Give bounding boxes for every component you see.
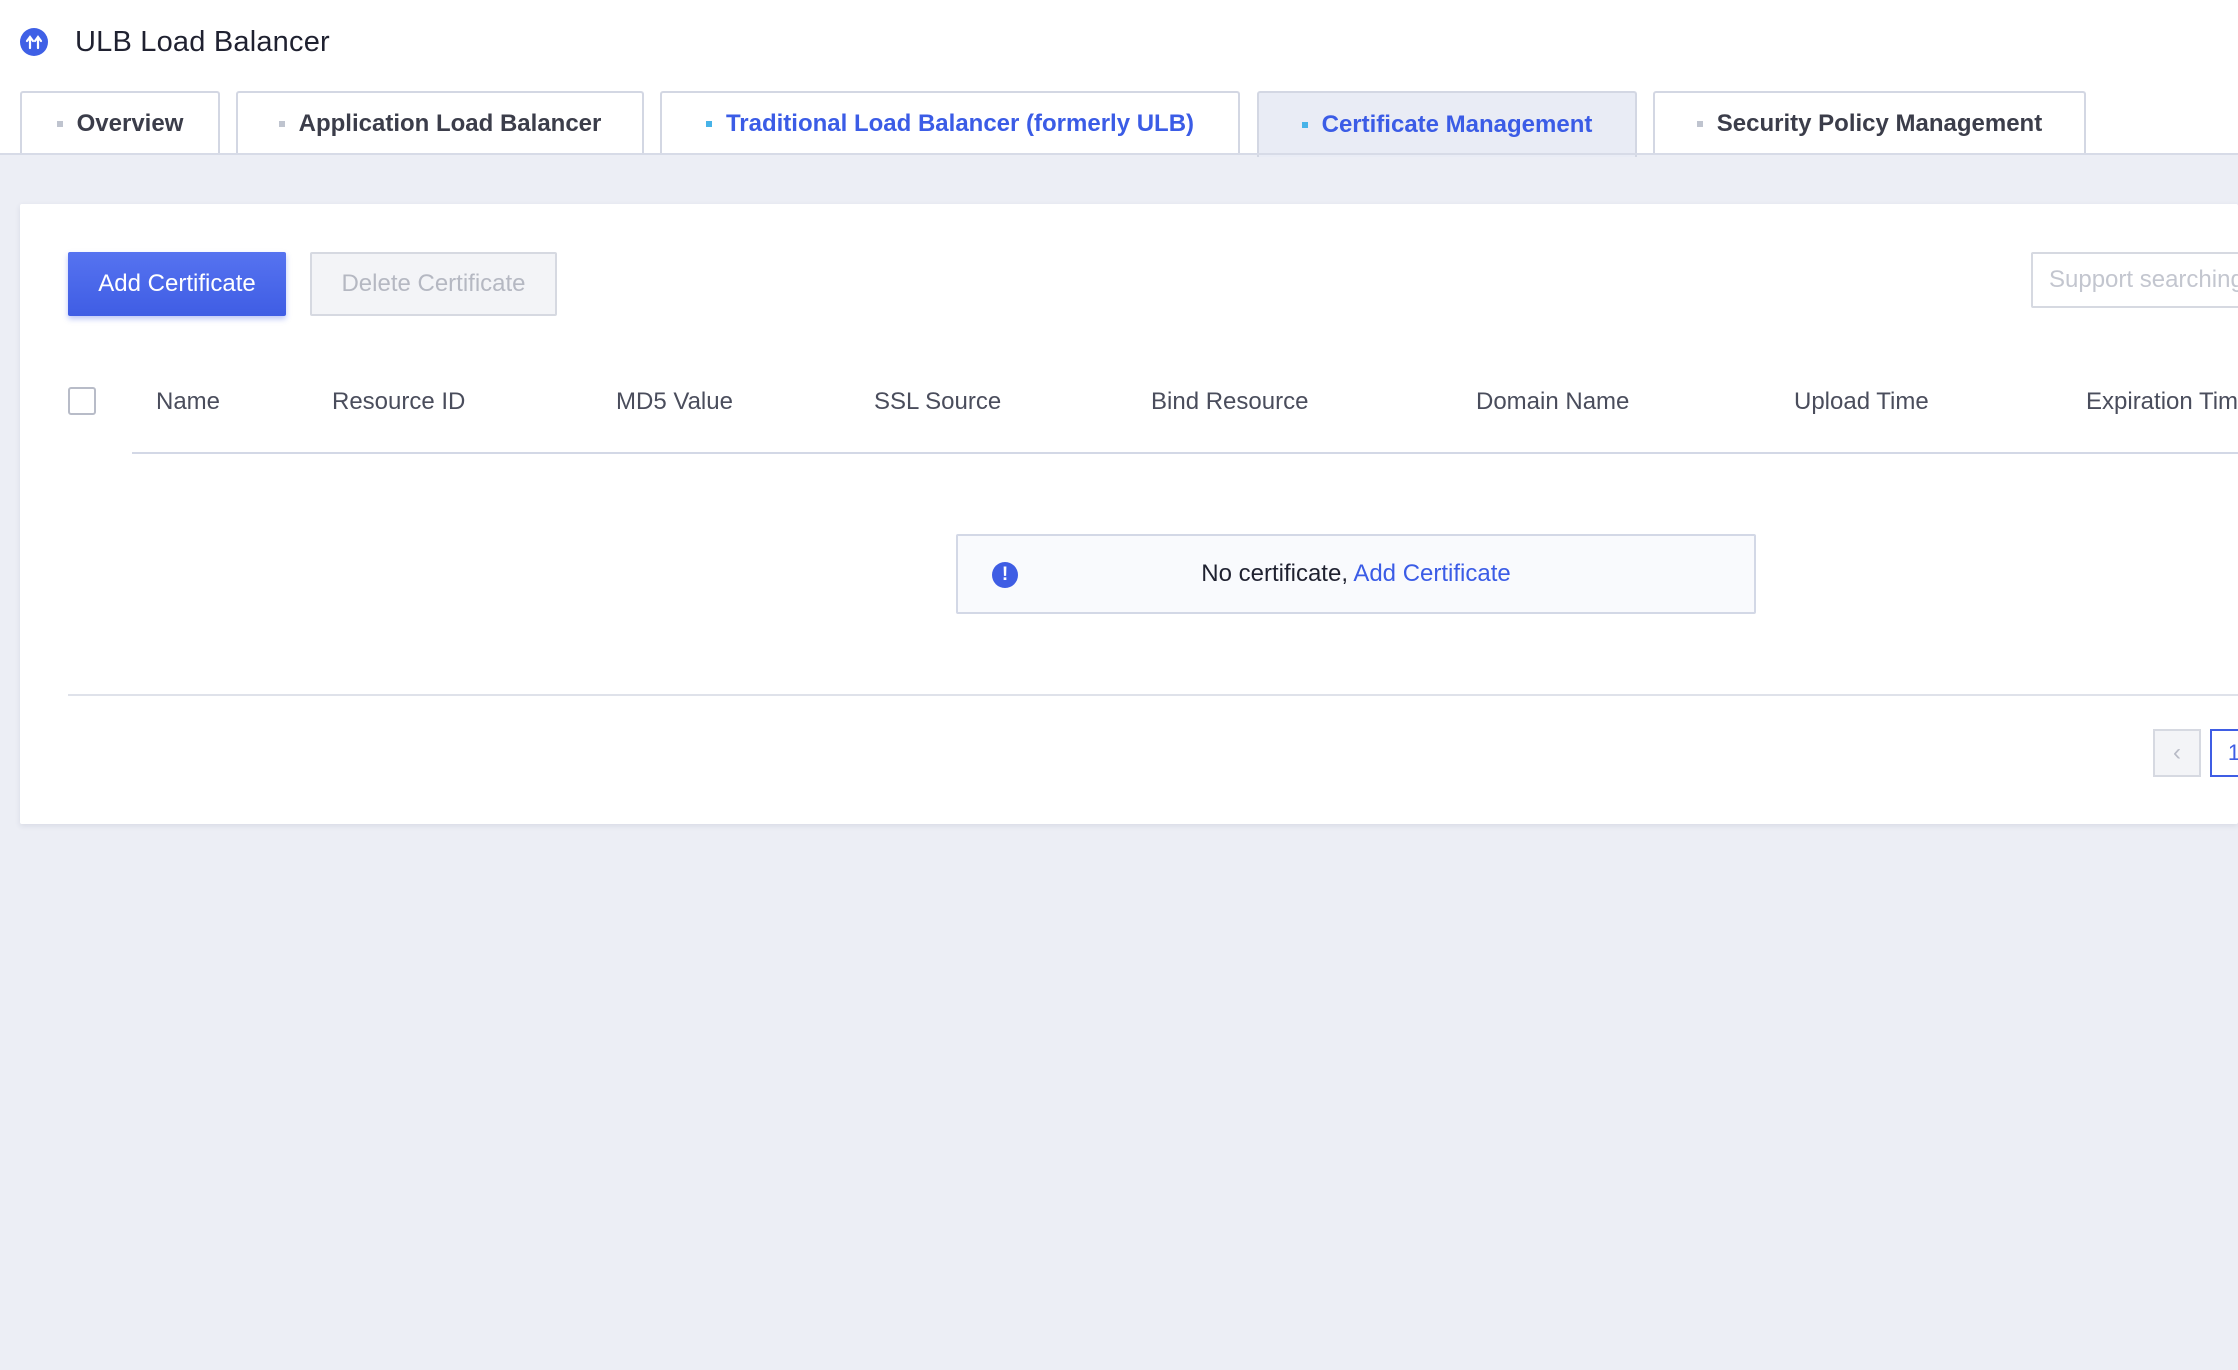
load-balancer-icon: [20, 28, 48, 56]
add-certificate-link[interactable]: Add Certificate: [1353, 560, 1510, 587]
add-certificate-button[interactable]: Add Certificate: [68, 252, 286, 316]
empty-state-text: No certificate,: [1201, 560, 1348, 587]
page-title: ULB Load Balancer: [75, 25, 330, 58]
tab-security-policy-management[interactable]: Security Policy Management: [1653, 91, 2086, 155]
tab-label: Traditional Load Balancer (formerly ULB): [725, 110, 1195, 137]
column-header-bind-resource[interactable]: Bind Resource: [1151, 388, 1308, 416]
column-header-domain-name[interactable]: Domain Name: [1476, 388, 1629, 416]
select-all-checkbox[interactable]: [68, 387, 96, 415]
table-header-divider: [132, 452, 2238, 454]
tab-label: Overview: [76, 110, 184, 137]
tab-application-load-balancer[interactable]: Application Load Balancer: [236, 91, 644, 155]
tab-certificate-management[interactable]: Certificate Management: [1257, 91, 1637, 157]
table-footer-divider: [68, 694, 2238, 696]
tab-bullet: [1301, 122, 1308, 128]
search-input[interactable]: [2031, 252, 2238, 308]
certificate-panel: Add Certificate Delete Certificate Name …: [20, 204, 2238, 824]
top-bar: ULB Load Balancer Overview Application L…: [0, 0, 2238, 157]
tab-bullet: [278, 121, 285, 127]
delete-certificate-button[interactable]: Delete Certificate: [310, 252, 557, 316]
tab-bullet: [1696, 121, 1703, 127]
tab-traditional-load-balancer[interactable]: Traditional Load Balancer (formerly ULB): [660, 91, 1240, 155]
tab-overview[interactable]: Overview: [20, 91, 220, 155]
pagination-page-1[interactable]: 1: [2210, 729, 2238, 777]
tab-label: Security Policy Management: [1716, 110, 2043, 137]
column-header-resource-id[interactable]: Resource ID: [332, 388, 465, 416]
tab-bullet: [56, 121, 63, 127]
chevron-left-icon[interactable]: ‹: [2153, 729, 2201, 777]
tab-label: Certificate Management: [1321, 111, 1593, 138]
column-header-expiration-time[interactable]: Expiration Time: [2086, 388, 2238, 416]
tab-label: Application Load Balancer: [298, 110, 602, 137]
empty-state-message: No certificate, Add Certificate: [958, 560, 1754, 588]
column-header-md5-value[interactable]: MD5 Value: [616, 388, 733, 416]
column-header-name[interactable]: Name: [156, 388, 220, 416]
column-header-upload-time[interactable]: Upload Time: [1794, 388, 1929, 416]
table-header: Name Resource ID MD5 Value SSL Source Bi…: [20, 354, 2238, 454]
empty-state: ! No certificate, Add Certificate: [956, 534, 1756, 614]
column-header-ssl-source[interactable]: SSL Source: [874, 388, 1001, 416]
tab-bullet: [705, 121, 712, 127]
tab-bar-divider: [0, 153, 2238, 155]
app-header: ULB Load Balancer: [20, 22, 330, 62]
